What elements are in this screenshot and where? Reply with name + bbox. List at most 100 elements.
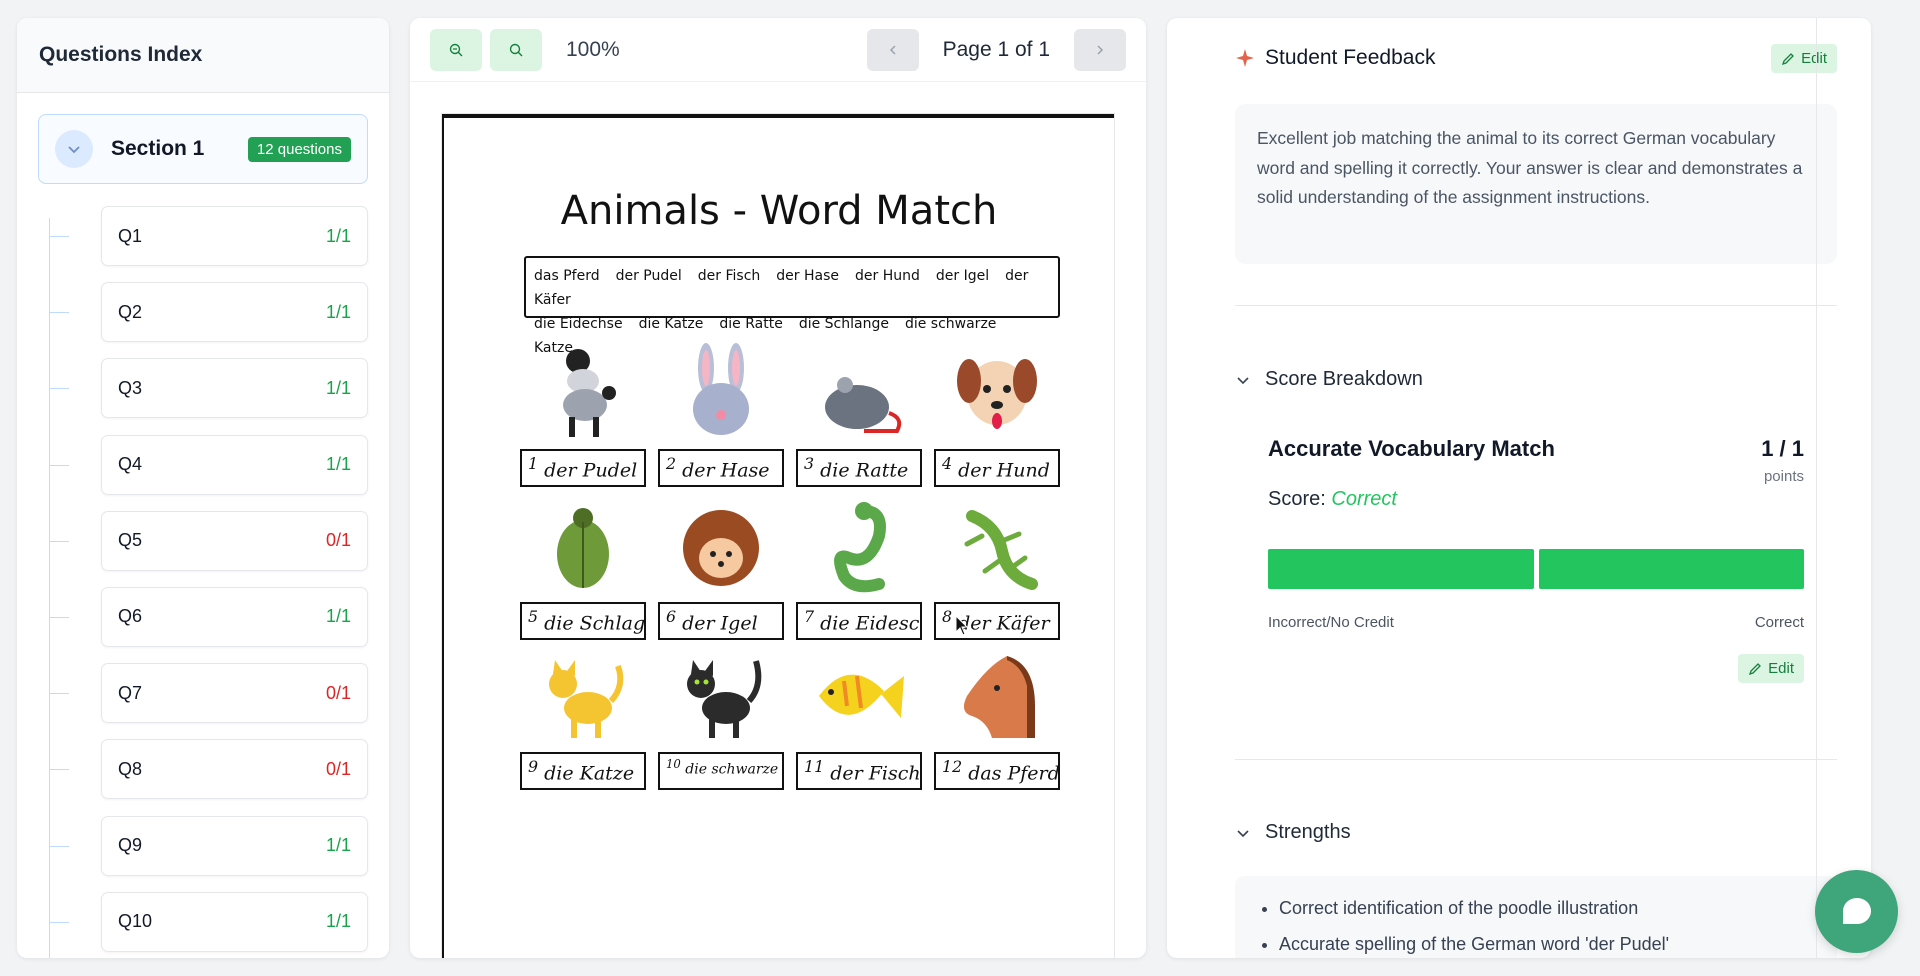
rabbit-icon [693, 343, 749, 435]
mouse-cursor-icon [955, 615, 969, 636]
page-indicator: Page 1 of 1 [942, 38, 1050, 61]
question-list: Q1 1/1 Q2 1/1 Q3 1/1 Q4 1/1 Q5 0/1 Q6 1/1 Q7 0/… [17, 206, 389, 958]
question-score: 1/1 [325, 301, 351, 322]
answer-cell-7: 7 die Eidesche [796, 496, 922, 646]
pagination: Page 1 of 1 [866, 29, 1126, 71]
question-item-q10[interactable]: Q10 1/1 [101, 891, 368, 952]
score-scale[interactable] [1268, 549, 1804, 589]
chat-bubble-icon [1842, 897, 1871, 924]
word-bank-item: der Hund [855, 268, 920, 284]
question-score: 0/1 [325, 758, 351, 779]
word-bank-item: das Pferd [534, 268, 600, 284]
chevron-left-icon [889, 45, 896, 55]
edit-feedback-button[interactable]: Edit [1771, 44, 1837, 73]
next-page-button[interactable] [1074, 29, 1126, 71]
word-bank: das Pferd der Pudel der Fisch der Hase der H… [524, 256, 1060, 356]
question-label: Q1 [118, 225, 143, 246]
question-item-q8[interactable]: Q8 0/1 [101, 739, 368, 800]
worksheet-title: Animals - Word Match [560, 188, 998, 234]
answer-cell-6: 6 der Igel [658, 496, 784, 646]
feedback-title: Student Feedback [1265, 46, 1436, 69]
handwritten-answer: 6 der Igel [658, 602, 784, 640]
question-label: Q9 [118, 835, 143, 855]
handwritten-answer: 9 die Katze [520, 752, 646, 790]
question-item-q1[interactable]: Q1 1/1 [101, 206, 368, 266]
question-score: 0/1 [325, 682, 351, 703]
question-score: 1/1 [325, 606, 351, 627]
handwritten-answer: 4 der Hund [934, 449, 1060, 487]
chat-launcher-button[interactable] [1815, 870, 1898, 953]
question-item-q4[interactable]: Q4 1/1 [101, 434, 368, 495]
fish-icon [819, 674, 904, 718]
panel-scrollbar-track [1816, 18, 1817, 958]
question-item-q6[interactable]: Q6 1/1 [101, 586, 368, 647]
section-1-header[interactable]: Section 1 12 questions [38, 114, 368, 184]
question-score: 1/1 [325, 225, 351, 246]
questions-index-title: Questions Index [17, 18, 389, 93]
criterion-name: Accurate Vocabulary Match [1268, 436, 1555, 461]
question-score: 1/1 [325, 377, 351, 398]
question-label: Q7 [118, 682, 143, 703]
feedback-panel: Student Feedback Edit Excellent job matc… [1167, 18, 1871, 958]
question-item-q3[interactable]: Q3 1/1 [101, 358, 368, 419]
word-bank-item: der Fisch [697, 268, 761, 284]
snake-icon [834, 502, 886, 593]
chevron-down-icon [1237, 829, 1249, 837]
edit-score-button[interactable]: Edit [1738, 654, 1804, 683]
handwritten-answer: 1 der Pudel [520, 449, 646, 487]
word-bank-item: der Igel [935, 268, 990, 284]
zoom-out-button[interactable] [430, 28, 482, 71]
zoom-in-icon [509, 43, 523, 56]
zoom-in-button[interactable] [490, 28, 542, 71]
rat-icon [825, 377, 902, 433]
answer-cell-9: 9 die Katze [520, 646, 646, 796]
feedback-text: Excellent job matching the animal to its… [1235, 104, 1837, 264]
handwritten-answer: 8 der Käfer [934, 602, 1060, 640]
scale-segment-incorrect[interactable] [1268, 549, 1534, 589]
pencil-icon [1749, 662, 1762, 675]
black-cat-icon [687, 660, 762, 738]
word-bank-item: der Hase [776, 268, 839, 284]
question-score: 0/1 [325, 530, 351, 551]
strength-item: Correct identification of the poodle ill… [1279, 890, 1815, 926]
word-bank-item: die Eidechse [534, 316, 623, 332]
feedback-content: Student Feedback Edit Excellent job matc… [1235, 18, 1837, 958]
handwritten-answer: 11 der Fisch [796, 752, 922, 790]
worksheet-page: Animals - Word Match das Pferd der Pudel d… [442, 114, 1114, 958]
question-count-badge: 12 questions [247, 136, 351, 162]
feedback-header: Student Feedback Edit [1235, 40, 1837, 76]
question-label: Q6 [118, 606, 143, 627]
cat-icon [549, 660, 624, 738]
strengths-toggle[interactable]: Strengths [1235, 821, 1351, 844]
handwritten-answer: 3 die Ratte [796, 449, 922, 487]
horse-icon [963, 656, 1035, 738]
scale-segment-correct[interactable] [1538, 549, 1804, 589]
handwritten-answer: 2 der Hase [658, 449, 784, 487]
question-score: 1/1 [325, 911, 351, 932]
divider [1235, 305, 1837, 306]
question-score: 1/1 [325, 835, 351, 855]
question-label: Q3 [118, 377, 143, 398]
question-item-q9[interactable]: Q9 1/1 [101, 815, 368, 876]
word-bank-item: die Katze [638, 316, 704, 332]
answer-cell-10: 10 die schwarze Katze [658, 646, 784, 796]
prev-page-button[interactable] [866, 29, 919, 71]
question-item-q2[interactable]: Q2 1/1 [101, 282, 368, 343]
answer-cell-4: 4 der Hund [934, 343, 1060, 493]
zoom-out-icon [449, 43, 463, 56]
score-line: Score: Correct [1268, 488, 1397, 510]
strength-item: Accurate spelling of the German word 'de… [1279, 926, 1815, 958]
question-item-q7[interactable]: Q7 0/1 [101, 663, 368, 724]
score-breakdown-toggle[interactable]: Score Breakdown [1235, 368, 1423, 391]
handwritten-answer: 12 das Pferd [934, 752, 1060, 790]
question-item-q5[interactable]: Q5 0/1 [101, 510, 368, 571]
scale-label-right: Correct [1754, 614, 1804, 631]
poodle-icon [563, 349, 616, 437]
dog-icon [957, 359, 1037, 429]
chevron-down-icon[interactable] [55, 130, 93, 168]
chevron-down-icon [1237, 376, 1249, 384]
question-label: Q2 [118, 301, 143, 322]
sparkle-icon [1236, 49, 1254, 67]
answer-cell-3: 3 die Ratte [796, 343, 922, 493]
answer-cell-5: 5 die Schlage [520, 496, 646, 646]
